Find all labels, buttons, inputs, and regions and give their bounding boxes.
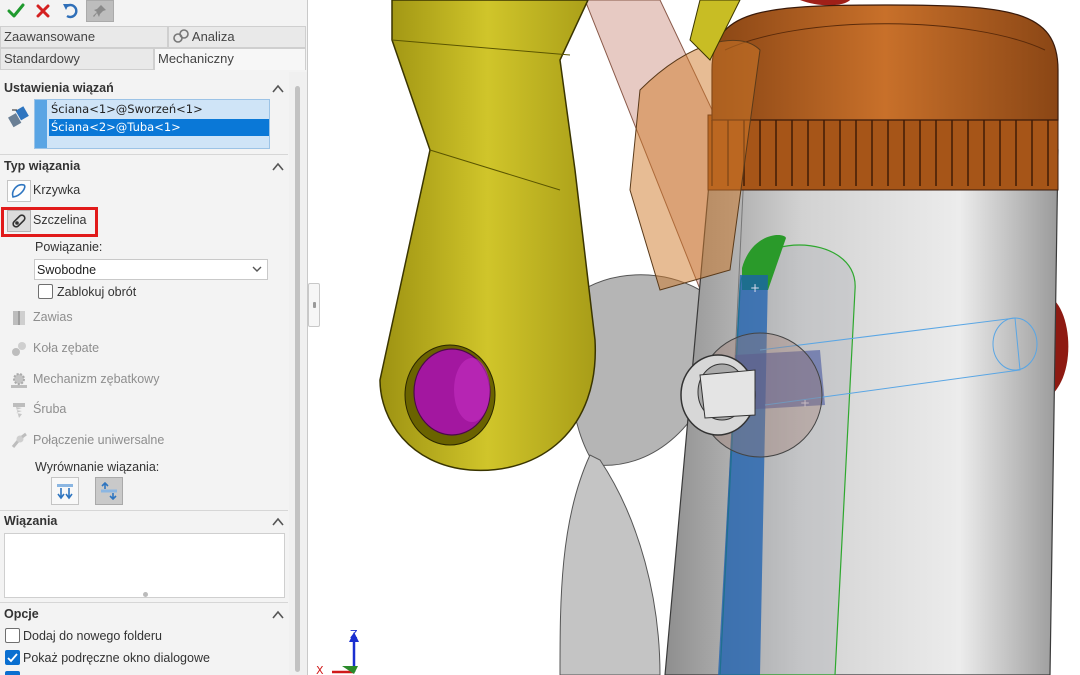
assembly-model: + +	[379, 0, 1069, 675]
chevron-up-icon[interactable]	[272, 162, 284, 172]
cap-top[interactable]	[711, 4, 1059, 121]
section-title: Wiązania	[4, 514, 58, 528]
tab-label: Mechaniczny	[158, 51, 234, 66]
tab-advanced[interactable]: Zaawansowane	[0, 26, 168, 48]
axis-z-label: Z	[350, 628, 358, 641]
selection-item[interactable]: Ściana<1>@Sworzeń<1>	[49, 101, 269, 118]
grip-icon	[313, 302, 316, 308]
tab-standard[interactable]: Standardowy	[0, 48, 154, 70]
section-header-mate-settings[interactable]: Ustawienia wiązań	[0, 81, 288, 99]
axis-triad: Z X	[316, 628, 359, 675]
tab-analysis[interactable]: Analiza	[168, 26, 306, 48]
constraint-value: Swobodne	[37, 263, 97, 277]
property-manager-toolbar	[0, 0, 307, 26]
show-popup-dialog-label: Pokaż podręczne okno dialogowe	[23, 651, 210, 665]
mate-type-screw: Śruba	[4, 397, 274, 423]
mate-type-label: Koła zębate	[33, 341, 100, 355]
divider	[0, 602, 288, 603]
add-to-folder-checkbox[interactable]	[5, 628, 20, 643]
svg-text:+: +	[750, 281, 760, 295]
mate-type-label: Połączenie uniwersalne	[33, 433, 165, 447]
selection-color-bar	[35, 100, 47, 148]
universal-joint-icon	[7, 430, 31, 452]
rack-pinion-icon	[7, 369, 31, 391]
scrollbar-thumb[interactable]	[295, 86, 300, 672]
divider	[0, 154, 288, 155]
property-manager: Zaawansowane Analiza Standardowy Mechani…	[0, 0, 308, 675]
selection-item-selected[interactable]: Ściana<2>@Tuba<1>	[49, 119, 269, 136]
mate-type-label: Śruba	[33, 402, 67, 416]
check-icon	[7, 653, 18, 663]
mate-type-hinge: Zawias	[4, 305, 274, 331]
hinge-icon	[7, 307, 31, 329]
undo-icon	[63, 3, 78, 19]
mate-selection-icon	[8, 106, 29, 128]
panel-splitter-handle[interactable]	[308, 283, 320, 327]
graphics-area[interactable]: + +	[308, 0, 1080, 675]
analysis-icon	[173, 29, 189, 43]
lock-rotation-label: Zablokuj obrót	[57, 285, 137, 299]
section-header-mates[interactable]: Wiązania	[0, 514, 288, 532]
ok-button[interactable]	[3, 0, 29, 22]
panel-scrollbar[interactable]	[289, 72, 307, 675]
annotation-highlight-frame	[1, 207, 98, 237]
mate-type-gear: Koła zębate	[4, 336, 274, 362]
pushpin-icon	[93, 5, 106, 17]
chevron-up-icon[interactable]	[272, 84, 284, 94]
check-icon	[7, 3, 25, 18]
show-popup-dialog-checkbox[interactable]	[5, 650, 20, 665]
mate-type-label: Mechanizm zębatkowy	[33, 372, 160, 386]
alignment-label: Wyrównanie wiązania:	[35, 460, 160, 474]
section-title: Ustawienia wiązań	[4, 81, 114, 95]
axis-x-label: X	[316, 664, 324, 675]
section-header-mate-type[interactable]: Typ wiązania	[0, 159, 288, 177]
option-checkbox-partial[interactable]	[5, 671, 20, 675]
mate-type-universal-joint: Połączenie uniwersalne	[4, 428, 274, 454]
tab-mechanical[interactable]: Mechaniczny	[154, 48, 306, 70]
section-title: Opcje	[4, 607, 39, 621]
constraint-dropdown[interactable]: Swobodne	[34, 259, 268, 280]
tab-label: Standardowy	[4, 51, 80, 66]
resize-grip[interactable]	[143, 592, 148, 597]
lock-rotation-checkbox[interactable]	[38, 284, 53, 299]
close-icon	[36, 4, 50, 18]
cancel-button[interactable]	[30, 0, 56, 22]
align-anti-aligned-button[interactable]	[95, 477, 123, 505]
divider	[0, 510, 288, 511]
constraint-label: Powiązanie:	[35, 240, 103, 254]
mate-type-label: Krzywka	[33, 183, 81, 197]
aligned-arrows-icon	[57, 484, 73, 500]
tab-row-1: Zaawansowane Analiza	[0, 26, 307, 48]
align-aligned-button[interactable]	[51, 477, 79, 505]
tab-label: Zaawansowane	[4, 29, 96, 44]
mates-list[interactable]	[4, 533, 285, 598]
tab-label: Analiza	[191, 29, 235, 44]
pin-button[interactable]	[86, 0, 114, 22]
mate-selections-list[interactable]: Ściana<1>@Sworzeń<1> Ściana<2>@Tuba<1>	[34, 99, 270, 149]
gear-icon	[7, 338, 31, 360]
chevron-down-icon	[252, 266, 262, 272]
anti-aligned-arrows-icon	[101, 482, 117, 500]
mate-type-label: Zawias	[33, 310, 73, 324]
cam-icon	[7, 180, 31, 202]
add-to-folder-label: Dodaj do nowego folderu	[23, 629, 162, 643]
screw-icon	[7, 399, 31, 421]
mate-type-cam[interactable]: Krzywka	[4, 178, 274, 204]
tab-row-2: Standardowy Mechaniczny	[0, 48, 307, 70]
chevron-up-icon[interactable]	[272, 517, 284, 527]
chevron-up-icon[interactable]	[272, 610, 284, 620]
section-title: Typ wiązania	[4, 159, 81, 173]
undo-button[interactable]	[58, 0, 84, 22]
section-header-options[interactable]: Opcje	[0, 607, 288, 625]
mate-type-rack-pinion: Mechanizm zębatkowy	[4, 367, 274, 393]
